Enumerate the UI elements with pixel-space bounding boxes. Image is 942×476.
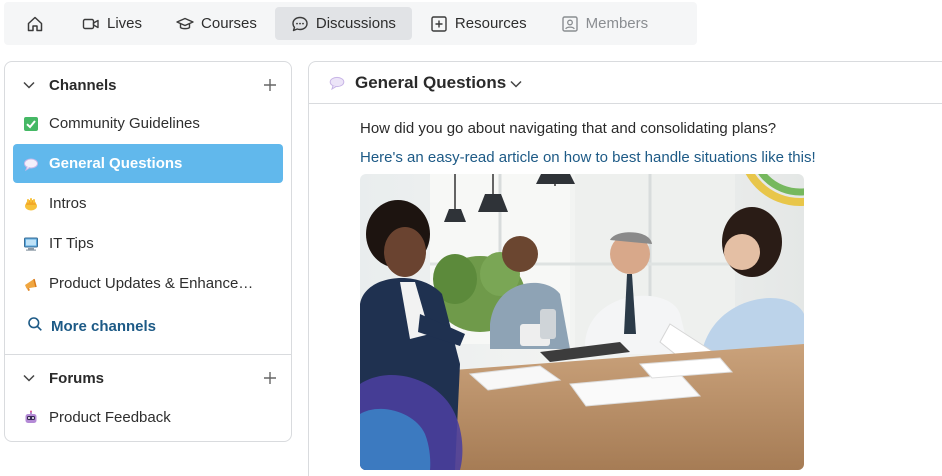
nav-members[interactable]: Members: [545, 7, 665, 40]
meeting-photo[interactable]: [360, 174, 804, 470]
nav-home[interactable]: [16, 7, 54, 40]
channel-label: Intros: [49, 195, 87, 212]
plus-square-icon: [430, 15, 448, 33]
speech-bubble-icon: [23, 156, 39, 172]
robot-icon: [23, 410, 39, 426]
top-navigation: Lives Courses Discussions Resources Memb…: [4, 2, 697, 45]
more-channels-label: More channels: [51, 317, 157, 335]
section-divider: [5, 354, 291, 355]
nav-discussions-label: Discussions: [315, 15, 396, 32]
channel-community-guidelines[interactable]: Community Guidelines: [13, 104, 283, 143]
discussion-panel: General Questions How did you go about n…: [308, 61, 942, 476]
article-link[interactable]: Here's an easy-read article on how to be…: [360, 149, 816, 166]
waving-hand-icon: [23, 196, 39, 212]
nav-courses[interactable]: Courses: [160, 7, 273, 40]
nav-courses-label: Courses: [201, 15, 257, 32]
channel-label: Community Guidelines: [49, 115, 200, 132]
forums-section-header[interactable]: Forums: [5, 360, 291, 396]
channel-it-tips[interactable]: IT Tips: [13, 224, 283, 263]
chevron-down-icon[interactable]: [509, 77, 523, 89]
channel-product-updates[interactable]: Product Updates & Enhancem…: [13, 264, 283, 303]
megaphone-icon: [23, 276, 39, 292]
search-icon: [27, 316, 43, 336]
nav-members-label: Members: [585, 15, 649, 32]
nav-lives[interactable]: Lives: [66, 7, 158, 40]
channel-title[interactable]: General Questions: [355, 73, 506, 93]
graduation-cap-icon: [176, 15, 194, 33]
nav-resources-label: Resources: [454, 15, 527, 32]
channel-intros[interactable]: Intros: [13, 184, 283, 223]
forums-title: Forums: [49, 369, 105, 387]
channel-label: General Questions: [49, 155, 183, 172]
check-box-icon: [23, 116, 39, 132]
chat-bubble-icon: [291, 15, 309, 33]
channel-label: IT Tips: [49, 235, 94, 252]
chevron-down-icon[interactable]: [22, 371, 36, 385]
channels-section-header[interactable]: Channels: [5, 67, 291, 103]
channel-general-questions[interactable]: General Questions: [13, 144, 283, 183]
channel-label: Product Updates & Enhancem…: [49, 275, 265, 292]
add-channel-icon[interactable]: [262, 77, 278, 93]
message-text: How did you go about navigating that and…: [360, 120, 777, 137]
channel-header: General Questions: [309, 62, 942, 104]
computer-icon: [23, 236, 39, 252]
add-forum-icon[interactable]: [262, 370, 278, 386]
chevron-down-icon[interactable]: [22, 78, 36, 92]
member-card-icon: [561, 15, 579, 33]
nav-resources[interactable]: Resources: [414, 7, 543, 40]
speech-bubble-icon: [329, 76, 345, 91]
home-icon: [26, 15, 44, 33]
nav-discussions[interactable]: Discussions: [274, 7, 412, 40]
forum-product-feedback[interactable]: Product Feedback: [13, 398, 283, 437]
channels-sidebar: Channels Community Guidelines General Qu…: [4, 61, 292, 442]
forum-label: Product Feedback: [49, 409, 171, 426]
more-channels-link[interactable]: More channels: [27, 316, 156, 336]
video-camera-icon: [82, 15, 100, 33]
channels-title: Channels: [49, 76, 117, 94]
nav-lives-label: Lives: [107, 15, 143, 32]
